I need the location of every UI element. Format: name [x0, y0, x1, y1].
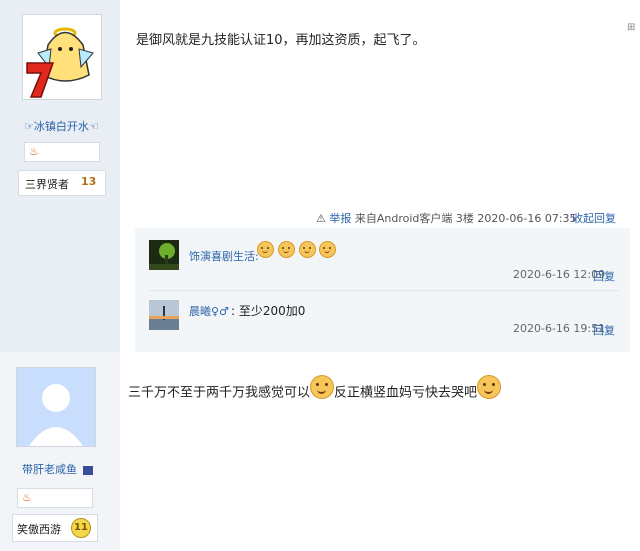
expand-icon[interactable]: ⊞ [627, 22, 640, 36]
post1-username[interactable]: ☞冰镇白开水☜ [24, 118, 99, 134]
comment-time: 2020-6-16 12:09 [513, 268, 606, 281]
fire-icon: ♨ [29, 145, 39, 158]
post2-level: 笑傲西游 11 [12, 514, 98, 542]
smiley-icon [298, 241, 316, 258]
collapse-replies-link[interactable]: 收起回复 [572, 210, 616, 226]
report-link[interactable]: 举报 [329, 212, 351, 225]
post2-avatar[interactable] [16, 367, 96, 447]
smiley-icon [310, 375, 335, 399]
avatar-image [149, 240, 179, 270]
post2-username[interactable]: 带肝老咸鱼 [22, 461, 93, 477]
post1-badge: ♨ [24, 142, 100, 162]
post-floor: 3楼 [455, 212, 474, 225]
post1-content: 是御风就是九技能认证10，再加这资质，起飞了。 [136, 33, 426, 48]
comment-divider [149, 290, 619, 291]
post2-content: 三千万不至于两千万我感觉可以 反正横竖血妈亏快去哭吧 [128, 375, 502, 405]
reply-link[interactable]: 回复 [593, 322, 615, 338]
comment-author[interactable]: 饰演喜剧生活: [189, 248, 259, 264]
post-datetime: 2020-06-16 07:35 [477, 212, 577, 225]
smiley-icon [277, 241, 295, 258]
level-title: 三界贤者 [25, 178, 69, 191]
warning-icon: ⚠ [316, 212, 326, 225]
username-text[interactable]: 带肝老咸鱼 [22, 463, 77, 476]
default-avatar-icon [17, 368, 95, 446]
fire-icon: ♨ [22, 491, 32, 504]
comment-avatar[interactable] [149, 240, 179, 270]
comment-time: 2020-6-16 19:51 [513, 322, 606, 335]
smiley-icon [257, 241, 274, 258]
smiley-icon [477, 375, 502, 399]
level-number: 13 [81, 175, 97, 188]
post2-badge: ♨ [17, 488, 93, 508]
post-source: 来自Android客户端 [354, 212, 453, 225]
post1-avatar[interactable] [22, 14, 102, 100]
post1-level: 三界贤者 13 [18, 170, 106, 196]
post1-meta: ⚠ 举报 来自Android客户端 3楼 2020-06-16 07:35 [316, 210, 577, 226]
content-text: 反正横竖血妈亏快去哭吧 [334, 385, 478, 401]
comment-box: 饰演喜剧生活: 2020-6-16 12:09 回复 晨曦♀♂ : 至少200加… [135, 228, 630, 352]
avatar-image [149, 300, 179, 330]
collapse-replies-label[interactable]: 收起回复 [572, 212, 616, 225]
smiley-icon [319, 241, 337, 258]
comment-author[interactable]: 晨曦♀♂ [189, 303, 229, 319]
emoji-row [257, 241, 337, 258]
reply-link[interactable]: 回复 [593, 268, 615, 284]
level-title: 笑傲西游 [17, 523, 61, 536]
comment-avatar[interactable] [149, 300, 179, 330]
vip-icon [82, 465, 93, 475]
avatar-image [23, 15, 101, 99]
content-text: 三千万不至于两千万我感觉可以 [128, 385, 311, 401]
level-number: 11 [71, 518, 91, 538]
comment-text: : 至少200加0 [231, 304, 306, 318]
